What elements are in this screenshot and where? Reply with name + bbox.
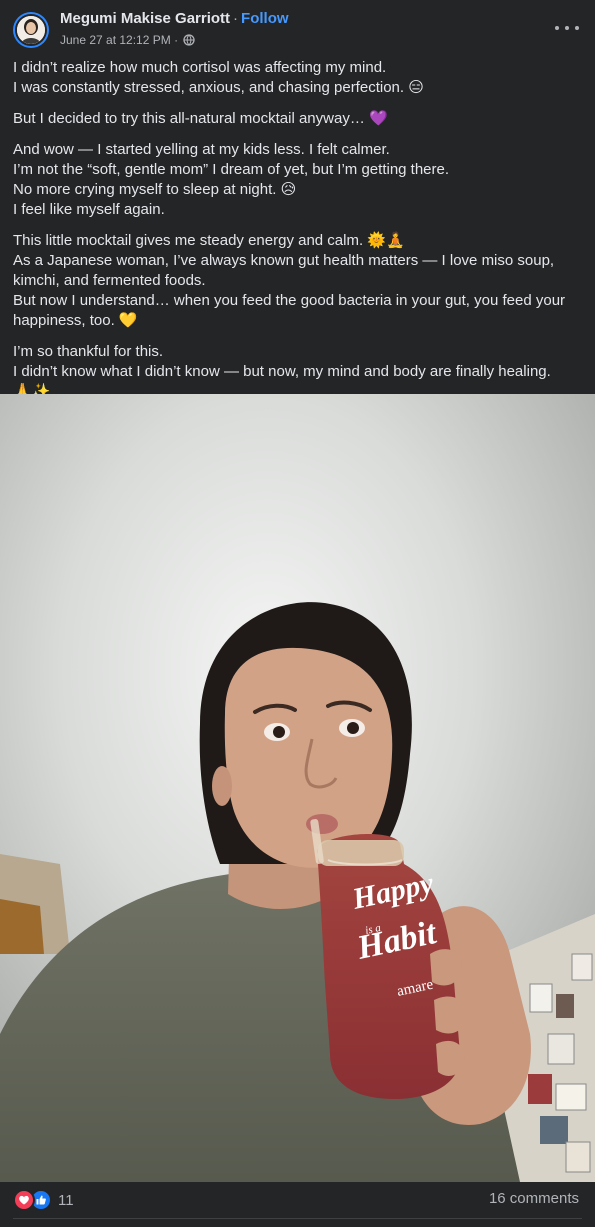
post-text-line: As a Japanese woman, I’ve always known g… bbox=[13, 252, 555, 269]
post-text-line: I didn’t realize how much cortisol was a… bbox=[13, 59, 387, 76]
post-header: Megumi Makise Garriott · Follow June 27 at… bbox=[0, 0, 595, 56]
post-paragraph-3: And wow — I started yelling at my kids l… bbox=[13, 140, 583, 220]
more-options-icon[interactable] bbox=[555, 18, 579, 38]
post-text-line: This little mocktail gives me steady ene… bbox=[13, 232, 405, 249]
love-reaction-icon bbox=[13, 1189, 35, 1211]
footer-divider bbox=[13, 1218, 582, 1219]
post-text-line: I didn’t know what I didn’t know — but n… bbox=[13, 363, 551, 380]
post-footer: 11 16 comments bbox=[0, 1182, 595, 1227]
post-paragraph-4: This little mocktail gives me steady ene… bbox=[13, 231, 583, 331]
separator-dot: · bbox=[233, 10, 239, 27]
reaction-count: 11 bbox=[58, 1191, 74, 1209]
post-meta: June 27 at 12:12 PM · bbox=[60, 33, 196, 49]
meta-separator: · bbox=[174, 33, 179, 47]
globe-icon bbox=[183, 34, 196, 49]
post-text-line: I feel like myself again. bbox=[13, 201, 165, 218]
author-line: Megumi Makise Garriott · Follow bbox=[60, 10, 289, 27]
avatar[interactable] bbox=[13, 12, 49, 48]
author-name[interactable]: Megumi Makise Garriott bbox=[60, 10, 230, 27]
post-paragraph-5: I’m so thankful for this. I didn’t know … bbox=[13, 342, 583, 402]
comments-count-link[interactable]: 16 comments bbox=[489, 1190, 579, 1207]
post-text-line: kimchi, and fermented foods. bbox=[13, 272, 206, 289]
post-text: I didn’t realize how much cortisol was a… bbox=[13, 58, 583, 413]
avatar-photo bbox=[15, 14, 47, 46]
post-paragraph-2: But I decided to try this all-natural mo… bbox=[13, 109, 583, 129]
follow-button[interactable]: Follow bbox=[241, 10, 289, 27]
post-text-line: But I decided to try this all-natural mo… bbox=[13, 110, 388, 127]
post-timestamp[interactable]: June 27 at 12:12 PM bbox=[60, 33, 171, 47]
photo-illustration: Happy is a Habit amare bbox=[0, 394, 595, 1182]
post-text-line: I’m so thankful for this. bbox=[13, 343, 164, 360]
post-text-line: No more crying myself to sleep at night.… bbox=[13, 181, 297, 198]
post-photo[interactable]: Happy is a Habit amare bbox=[0, 394, 595, 1182]
reactions-summary[interactable]: 11 bbox=[13, 1189, 74, 1211]
post-text-line: But now I understand… when you feed the … bbox=[13, 292, 566, 309]
post-text-line: I was constantly stressed, anxious, and … bbox=[13, 79, 424, 96]
post-text-line: And wow — I started yelling at my kids l… bbox=[13, 141, 390, 158]
post-paragraph-1: I didn’t realize how much cortisol was a… bbox=[13, 58, 583, 98]
post-text-line: I’m not the “soft, gentle mom” I dream o… bbox=[13, 161, 450, 178]
post-text-line: happiness, too. 💛 bbox=[13, 312, 138, 329]
